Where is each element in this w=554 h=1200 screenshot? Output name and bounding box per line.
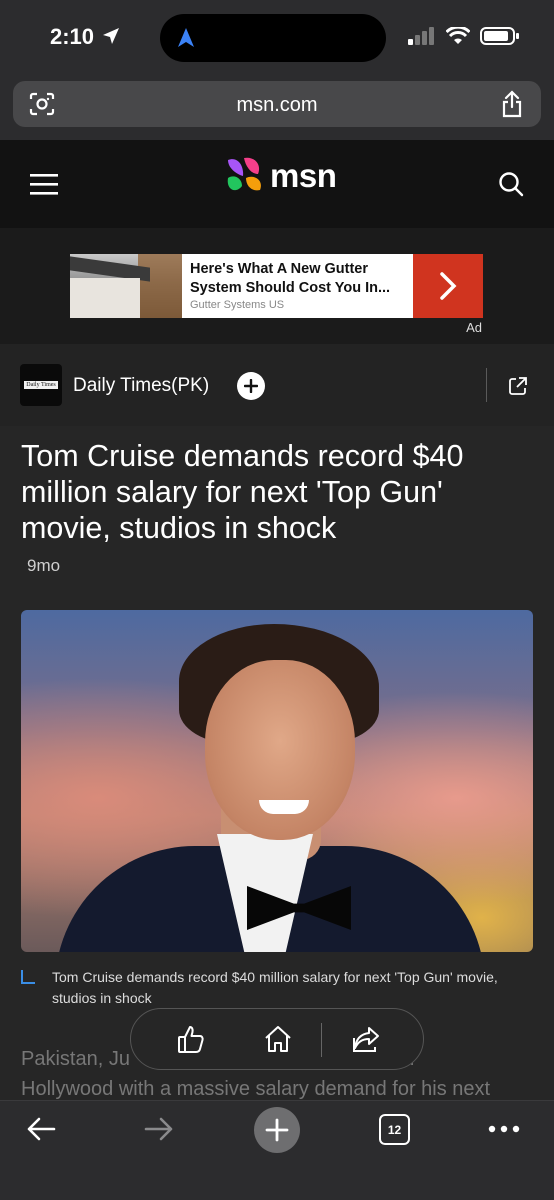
new-tab-button[interactable]: [254, 1107, 300, 1153]
navigation-icon: [178, 28, 194, 47]
status-time: 2:10: [50, 24, 95, 49]
external-link-icon[interactable]: [508, 376, 528, 396]
publisher-name[interactable]: Daily Times(PK): [73, 375, 209, 397]
share-icon[interactable]: [351, 1024, 381, 1054]
ad-image[interactable]: [70, 254, 182, 318]
ad-zone: Here's What A New Gutter System Should C…: [0, 228, 554, 344]
location-arrow-icon: [103, 28, 119, 44]
share-icon[interactable]: [501, 90, 523, 118]
cellular-signal-icon: [408, 27, 434, 45]
search-icon[interactable]: [498, 171, 524, 197]
plus-icon: [265, 1118, 289, 1142]
ad-sponsor: Gutter Systems US: [190, 299, 285, 311]
divider: [321, 1023, 322, 1057]
publisher-row: Daily Times Daily Times(PK): [0, 344, 554, 426]
ad-headline[interactable]: Here's What A New Gutter System Should C…: [190, 260, 413, 298]
image-caption: Tom Cruise demands record $40 million sa…: [52, 969, 498, 1006]
browser-toolbar: 12: [0, 1100, 554, 1200]
address-bar[interactable]: msn.com: [13, 81, 541, 127]
battery-icon: [480, 27, 519, 45]
article-title: Tom Cruise demands record $40 million sa…: [21, 439, 464, 545]
url-text[interactable]: msn.com: [13, 94, 541, 117]
status-bar: 2:10: [0, 0, 554, 76]
tab-switcher-button[interactable]: 12: [379, 1114, 410, 1145]
hamburger-icon[interactable]: [30, 172, 58, 196]
article: Tom Cruise demands record $40 million sa…: [0, 426, 554, 1100]
wifi-icon: [446, 27, 470, 44]
chevron-right-icon: [440, 272, 457, 300]
msn-logo[interactable]: msn: [224, 156, 337, 196]
ad-cta-button[interactable]: [413, 254, 483, 318]
msn-wordmark: msn: [270, 157, 337, 194]
status-indicators: [408, 26, 520, 46]
article-hero-image[interactable]: [21, 610, 533, 952]
back-arrow-icon[interactable]: [26, 1115, 56, 1143]
plus-icon: [244, 379, 258, 393]
ad-label: Ad: [466, 320, 482, 335]
article-action-bar: [130, 1008, 424, 1070]
thumbs-up-icon[interactable]: [177, 1024, 205, 1054]
publisher-logo[interactable]: Daily Times: [20, 364, 62, 406]
msn-butterfly-icon: [227, 157, 261, 191]
dynamic-island: [160, 14, 386, 62]
home-icon[interactable]: [263, 1024, 293, 1054]
forward-arrow-icon[interactable]: [144, 1115, 174, 1143]
body-line-1: Pakistan, Ju: [21, 1048, 130, 1070]
more-options-icon[interactable]: [488, 1125, 520, 1133]
article-age: 9mo: [27, 556, 61, 575]
ad-banner[interactable]: Here's What A New Gutter System Should C…: [70, 254, 483, 318]
body-line-2: Hollywood with a massive salary demand f…: [21, 1078, 491, 1100]
caption-marker: [21, 970, 35, 984]
follow-button[interactable]: [237, 372, 265, 400]
divider: [486, 368, 487, 402]
msn-header: msn: [0, 140, 554, 228]
browser-address-area: msn.com: [0, 76, 554, 140]
